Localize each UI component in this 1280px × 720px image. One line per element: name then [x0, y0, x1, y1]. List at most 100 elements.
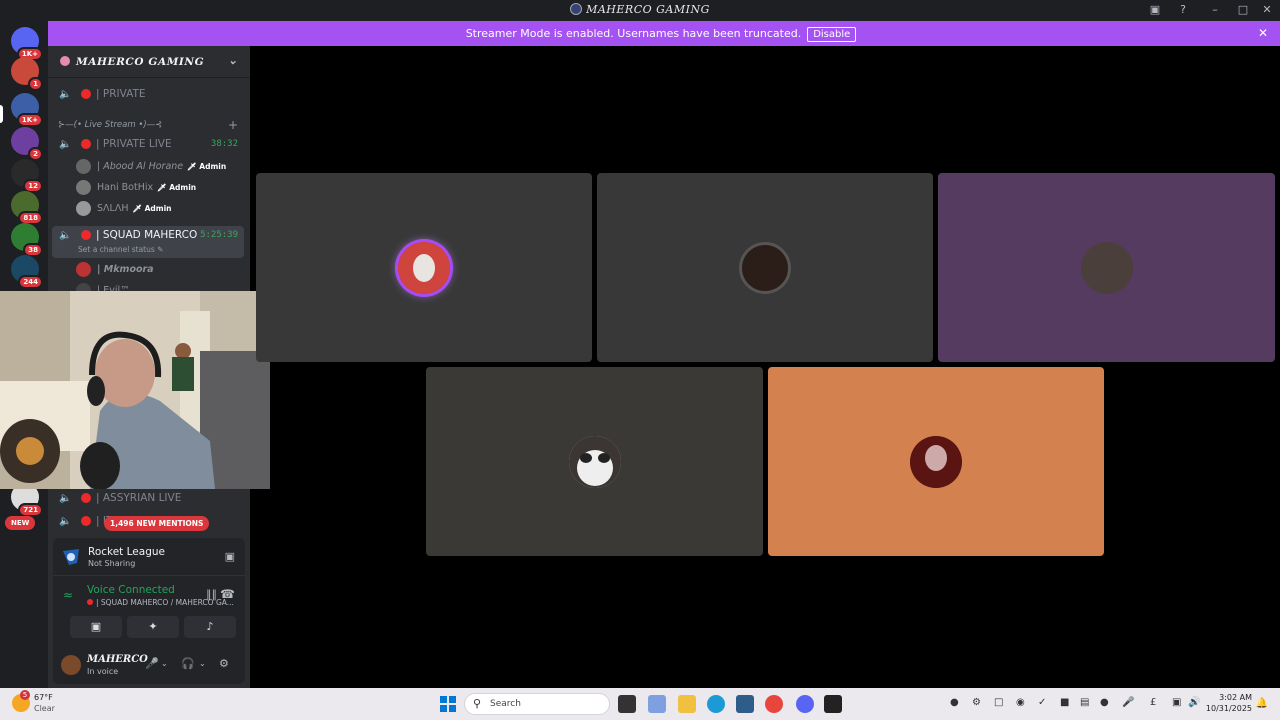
- server-icon[interactable]: 12: [11, 159, 43, 193]
- windows-start-icon[interactable]: [440, 696, 456, 712]
- add-channel-icon[interactable]: +: [228, 118, 238, 132]
- taskbar-search[interactable]: ⚲ Search: [464, 693, 610, 715]
- notification-badge: 721: [18, 503, 43, 517]
- help-icon[interactable]: ?: [1174, 2, 1192, 18]
- disable-streamer-mode-button[interactable]: Disable: [807, 27, 857, 42]
- screen-share-icon[interactable]: ▣: [70, 616, 122, 638]
- clock-time: 3:02 AM: [1219, 693, 1252, 702]
- participant-tile[interactable]: [938, 173, 1275, 362]
- inbox-icon[interactable]: ▣: [1146, 2, 1164, 18]
- member-name: | Mkmoora: [97, 263, 154, 275]
- red-dot-icon: [81, 139, 91, 149]
- set-channel-status[interactable]: Set a channel status ✎: [78, 245, 163, 254]
- microphone-tray-icon[interactable]: 🎤: [1122, 697, 1134, 708]
- member-name: Hani BotHix: [97, 181, 154, 193]
- signal-icon[interactable]: ≈: [63, 588, 73, 602]
- search-icon: ⚲: [473, 697, 482, 710]
- category-live-stream[interactable]: ⊱—(• Live Stream •)—⊰ +: [58, 118, 244, 132]
- widgets-icon[interactable]: [648, 695, 666, 713]
- soundboard-icon[interactable]: ♪: [184, 616, 236, 638]
- edge-browser-icon[interactable]: [707, 695, 725, 713]
- chevron-down-icon[interactable]: ⌄: [199, 659, 206, 668]
- file-explorer-icon[interactable]: [678, 695, 696, 713]
- volume-icon[interactable]: 🔊: [1188, 697, 1200, 708]
- tray-app-icon[interactable]: ✓: [1038, 697, 1046, 708]
- discord-taskbar-icon[interactable]: [796, 695, 814, 713]
- currency-icon[interactable]: £: [1150, 697, 1156, 708]
- voice-member[interactable]: | Abood Al Horane 🗡 Admin: [76, 157, 226, 175]
- chevron-down-icon[interactable]: ⌄: [161, 659, 168, 668]
- voice-status[interactable]: Voice Connected: [87, 584, 175, 596]
- avatar: [76, 158, 91, 174]
- store-icon[interactable]: [736, 695, 754, 713]
- tray-app-icon[interactable]: ●: [1100, 697, 1109, 708]
- new-server-pill[interactable]: NEW: [5, 516, 36, 530]
- direct-messages-icon[interactable]: 1K+: [11, 27, 43, 61]
- notification-badge: 1: [28, 77, 43, 91]
- minimize-button[interactable]: –: [1206, 2, 1224, 18]
- avatar: [76, 179, 91, 195]
- server-icon[interactable]: 1: [11, 57, 43, 91]
- nvidia-icon[interactable]: ■: [1060, 697, 1069, 708]
- voice-member[interactable]: SΛLΛH 🗡 Admin: [76, 199, 172, 217]
- channel-squad-maherco[interactable]: 🔈 | SQUAD MAHERCO 5:25:39: [56, 225, 244, 245]
- activity-game: Rocket League: [88, 546, 165, 558]
- task-view-icon[interactable]: [618, 695, 636, 713]
- temperature[interactable]: 67°F: [34, 693, 53, 702]
- close-banner-icon[interactable]: ✕: [1258, 26, 1268, 40]
- weather-condition[interactable]: Clear: [34, 704, 55, 713]
- steam-icon[interactable]: ◉: [1016, 697, 1025, 708]
- tray-app-icon[interactable]: ●: [950, 697, 959, 708]
- username[interactable]: MAHERCO: [87, 654, 148, 665]
- server-icon[interactable]: 2: [11, 127, 43, 161]
- voice-member[interactable]: | Mkmoora: [76, 260, 154, 278]
- activity-sub: Not Sharing: [88, 559, 136, 568]
- member-name: SΛLΛH: [97, 202, 129, 214]
- member-name: | Abood Al Horane: [97, 160, 184, 172]
- channel-private[interactable]: 🔈 | PRIVATE: [56, 84, 244, 104]
- tray-app-icon[interactable]: □: [994, 697, 1003, 708]
- participant-tile[interactable]: [426, 367, 763, 556]
- server-logo-icon: [570, 3, 583, 15]
- new-mentions-pill[interactable]: 1,496 NEW MENTIONS: [104, 516, 210, 531]
- streamer-mode-banner: Streamer Mode is enabled. Usernames have…: [48, 21, 1280, 46]
- participant-tile[interactable]: [768, 367, 1104, 556]
- participant-tile[interactable]: [597, 173, 933, 362]
- notification-badge: 1K+: [16, 113, 43, 127]
- noise-suppression-icon[interactable]: ∥∥: [206, 588, 217, 601]
- server-icon[interactable]: 1K+: [11, 93, 43, 127]
- red-dot-icon: [81, 516, 91, 526]
- voice-timer: 5:25:39: [200, 230, 238, 240]
- close-window-button[interactable]: ✕: [1258, 2, 1276, 18]
- server-icon[interactable]: 38: [11, 223, 43, 257]
- activities-icon[interactable]: ✦: [127, 616, 179, 638]
- maximize-button[interactable]: □: [1234, 2, 1252, 18]
- avatar[interactable]: [61, 655, 81, 675]
- settings-gear-icon[interactable]: ⚙: [219, 657, 229, 670]
- notification-bell-icon[interactable]: 🔔: [1256, 698, 1268, 709]
- microphone-icon[interactable]: 🎤: [145, 657, 159, 670]
- disconnect-icon[interactable]: ☎: [220, 587, 235, 601]
- system-clock[interactable]: 3:02 AM 10/31/2025: [1206, 692, 1252, 714]
- network-icon[interactable]: ▣: [1172, 697, 1181, 708]
- share-screen-icon[interactable]: ▣: [225, 550, 235, 563]
- headphones-icon[interactable]: 🎧: [181, 657, 195, 670]
- tray-app-icon[interactable]: ⚙: [972, 697, 981, 708]
- rocket-league-icon: [63, 549, 79, 565]
- server-icon[interactable]: 244: [11, 255, 43, 289]
- channel-private-live[interactable]: 🔈 | PRIVATE LIVE 38:32: [56, 134, 244, 154]
- selected-server-indicator: [0, 105, 3, 123]
- channel-assyrian-live[interactable]: 🔈 | ASSYRIAN LIVE: [56, 488, 244, 508]
- voice-connection: ≈ Voice Connected | SQUAD MAHERCO / MAHE…: [53, 578, 245, 614]
- avatar: [76, 261, 91, 277]
- avatar: [739, 241, 791, 294]
- participant-tile[interactable]: [256, 173, 592, 362]
- guild-header[interactable]: MAHERCO GAMING ⌄: [48, 46, 250, 78]
- chrome-icon[interactable]: [765, 695, 783, 713]
- chevron-down-icon: ⌄: [228, 54, 238, 67]
- tray-app-icon[interactable]: ▤: [1080, 697, 1089, 708]
- guild-icon: [60, 56, 70, 66]
- epic-games-icon[interactable]: [824, 695, 842, 713]
- server-icon[interactable]: 818: [11, 191, 43, 225]
- voice-member[interactable]: Hani BotHix 🗡 Admin: [76, 178, 196, 196]
